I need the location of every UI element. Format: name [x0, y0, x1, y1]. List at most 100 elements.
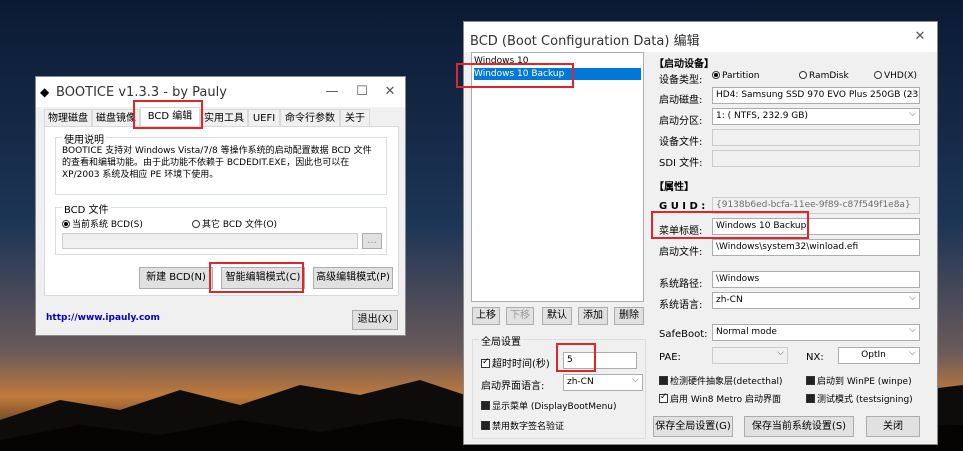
bcd-file-path-input[interactable]: [62, 233, 358, 249]
usage-group-title: 使用说明: [62, 131, 106, 146]
bootice-app-icon: ◆: [40, 85, 50, 99]
testsigning-checkbox[interactable]: 测试模式 (testsigning): [806, 392, 913, 405]
radio-partition-label: Partition: [722, 71, 760, 81]
chevron-down-icon: ⌵: [909, 109, 916, 119]
disable-signature-checkbox[interactable]: 禁用数字签名验证: [481, 419, 564, 432]
timeout-label: 超时时间(秒): [492, 359, 550, 370]
metro-label: 启用 Win8 Metro 启动界面: [670, 395, 782, 405]
bootice-titlebar: ◆ BOOTICE v1.3.3 - by Pauly — ☐ ✕: [36, 77, 405, 107]
nx-select[interactable]: OptIn ⌵: [838, 347, 920, 364]
nx-label: NX:: [806, 352, 824, 363]
radio-vhd-icon: [874, 71, 882, 79]
radio-other-bcd-label: 其它 BCD 文件(O): [202, 220, 278, 230]
timeout-checkbox[interactable]: 超时时间(秒): [481, 355, 550, 370]
highlight-bcd-edit-tab: [133, 100, 203, 129]
boot-language-value: zh-CN: [567, 377, 594, 387]
winpe-checkbox-icon: [806, 376, 815, 385]
metro-checkbox-icon: [659, 392, 668, 403]
pae-select[interactable]: ⌵: [712, 347, 788, 364]
tab-uefi[interactable]: UEFI: [248, 109, 280, 127]
radio-current-bcd-label: 当前系统 BCD(S): [72, 220, 143, 230]
safeboot-label: SafeBoot:: [659, 329, 708, 340]
new-bcd-button[interactable]: 新建 BCD(N): [139, 267, 213, 289]
boot-disk-select[interactable]: HD4: Samsung SSD 970 EVO Plus 250GB (232…: [712, 87, 920, 104]
testsigning-label: 测试模式 (testsigning): [817, 395, 913, 405]
browse-button[interactable]: ...: [362, 233, 382, 249]
disable-signature-checkbox-icon: [481, 421, 490, 430]
radio-ramdisk-icon: [799, 71, 807, 79]
sdi-file-input[interactable]: [712, 150, 920, 167]
detecthal-label: 检测硬件抽象层(detecthal): [670, 377, 783, 387]
radio-vhd[interactable]: VHD(X): [874, 71, 917, 81]
boot-disk-value: HD4: Samsung SSD 970 EVO Plus 250GB (232…: [716, 90, 920, 100]
display-menu-checkbox[interactable]: 显示菜单 (DisplayBootMenu): [481, 399, 616, 412]
boot-file-label: 启动文件:: [659, 247, 703, 258]
bootice-tab-strip: 物理磁盘 磁盘镜像 BCD 编辑 实用工具 UEFI 命令行参数 关于: [44, 107, 399, 127]
save-global-button[interactable]: 保存全局设置(G): [653, 416, 733, 437]
radio-current-bcd[interactable]: 当前系统 BCD(S): [62, 217, 143, 230]
boot-language-select[interactable]: zh-CN ⌵: [563, 374, 643, 391]
exit-button[interactable]: 退出(X): [352, 310, 398, 330]
attributes-heading: 【属性】: [654, 182, 694, 193]
radio-ramdisk[interactable]: RamDisk: [799, 71, 849, 81]
chevron-down-icon: ⌵: [909, 293, 916, 303]
system-path-label: 系统路径:: [659, 279, 703, 290]
boot-partition-select[interactable]: 1: ( NTFS, 232.9 GB) ⌵: [712, 108, 920, 125]
close-button[interactable]: 关闭: [866, 416, 920, 437]
metro-checkbox[interactable]: 启用 Win8 Metro 启动界面: [659, 392, 781, 405]
close-icon[interactable]: ✕: [909, 26, 931, 48]
bcd-file-group: BCD 文件 当前系统 BCD(S) 其它 BCD 文件(O) ...: [55, 201, 387, 255]
winpe-label: 启动到 WinPE (winpe): [817, 377, 912, 387]
safeboot-select[interactable]: Normal mode ⌵: [712, 324, 920, 341]
testsigning-checkbox-icon: [806, 394, 815, 403]
detecthal-checkbox[interactable]: 检测硬件抽象层(detecthal): [659, 374, 783, 387]
bcd-title: BCD (Boot Configuration Data) 编辑: [470, 34, 700, 49]
global-settings-title: 全局设置: [479, 333, 523, 348]
radio-other-bcd-icon: [192, 220, 200, 228]
radio-partition[interactable]: Partition: [712, 71, 760, 81]
advanced-edit-button[interactable]: 高级编辑模式(P): [313, 267, 393, 289]
add-entry-button[interactable]: 添加: [578, 307, 608, 325]
highlight-timeout-value: [556, 343, 596, 372]
chevron-down-icon: ⌵: [909, 88, 916, 98]
system-language-select[interactable]: zh-CN ⌵: [712, 292, 920, 309]
tab-about[interactable]: 关于: [340, 109, 370, 127]
display-menu-label: 显示菜单 (DisplayBootMenu): [492, 402, 617, 412]
set-default-button[interactable]: 默认: [542, 307, 572, 325]
radio-vhd-label: VHD(X): [884, 71, 918, 81]
bcd-file-group-title: BCD 文件: [62, 201, 111, 216]
tab-utilities[interactable]: 实用工具: [200, 109, 248, 127]
system-language-value: zh-CN: [716, 295, 743, 305]
delete-entry-button[interactable]: 删除: [614, 307, 644, 325]
highlight-menu-title: [651, 211, 809, 239]
chevron-down-icon: ⌵: [909, 325, 916, 335]
bcd-titlebar: BCD (Boot Configuration Data) 编辑 ✕: [464, 22, 937, 52]
save-current-button[interactable]: 保存当前系统设置(S): [744, 416, 854, 437]
bootice-title: BOOTICE v1.3.3 - by Pauly: [56, 85, 227, 100]
system-path-input[interactable]: \Windows: [712, 271, 920, 288]
device-file-input[interactable]: [712, 129, 920, 146]
boot-language-label: 启动界面语言:: [481, 381, 545, 392]
minimize-icon[interactable]: —: [321, 81, 343, 103]
maximize-icon[interactable]: ☐: [351, 81, 373, 103]
boot-entry-list[interactable]: Windows 10 Windows 10 Backup: [471, 52, 644, 302]
boot-file-input[interactable]: \Windows\system32\winload.efi: [712, 239, 920, 256]
highlight-backup-entry: [456, 63, 574, 88]
boot-partition-label: 启动分区:: [659, 116, 703, 127]
tab-cmdline[interactable]: 命令行参数: [280, 109, 340, 127]
timeout-checkbox-icon: [481, 357, 490, 368]
boot-partition-value: 1: ( NTFS, 232.9 GB): [716, 111, 808, 121]
bootice-window: ◆ BOOTICE v1.3.3 - by Pauly — ☐ ✕ 物理磁盘 磁…: [35, 76, 406, 336]
device-type-label: 设备类型:: [659, 75, 703, 86]
winpe-checkbox[interactable]: 启动到 WinPE (winpe): [806, 374, 912, 387]
move-down-button[interactable]: 下移: [506, 307, 534, 325]
close-icon[interactable]: ✕: [379, 81, 401, 103]
radio-other-bcd[interactable]: 其它 BCD 文件(O): [192, 217, 277, 230]
chevron-down-icon: ⌵: [909, 348, 916, 358]
tab-physical-disk[interactable]: 物理磁盘: [44, 109, 92, 127]
disable-signature-label: 禁用数字签名验证: [492, 422, 565, 432]
display-menu-checkbox-icon: [481, 401, 490, 410]
move-up-button[interactable]: 上移: [472, 307, 500, 325]
usage-group: 使用说明 BOOTICE 支持对 Windows Vista/7/8 等操作系统…: [55, 131, 387, 195]
website-link[interactable]: http://www.ipauly.com: [46, 313, 160, 323]
